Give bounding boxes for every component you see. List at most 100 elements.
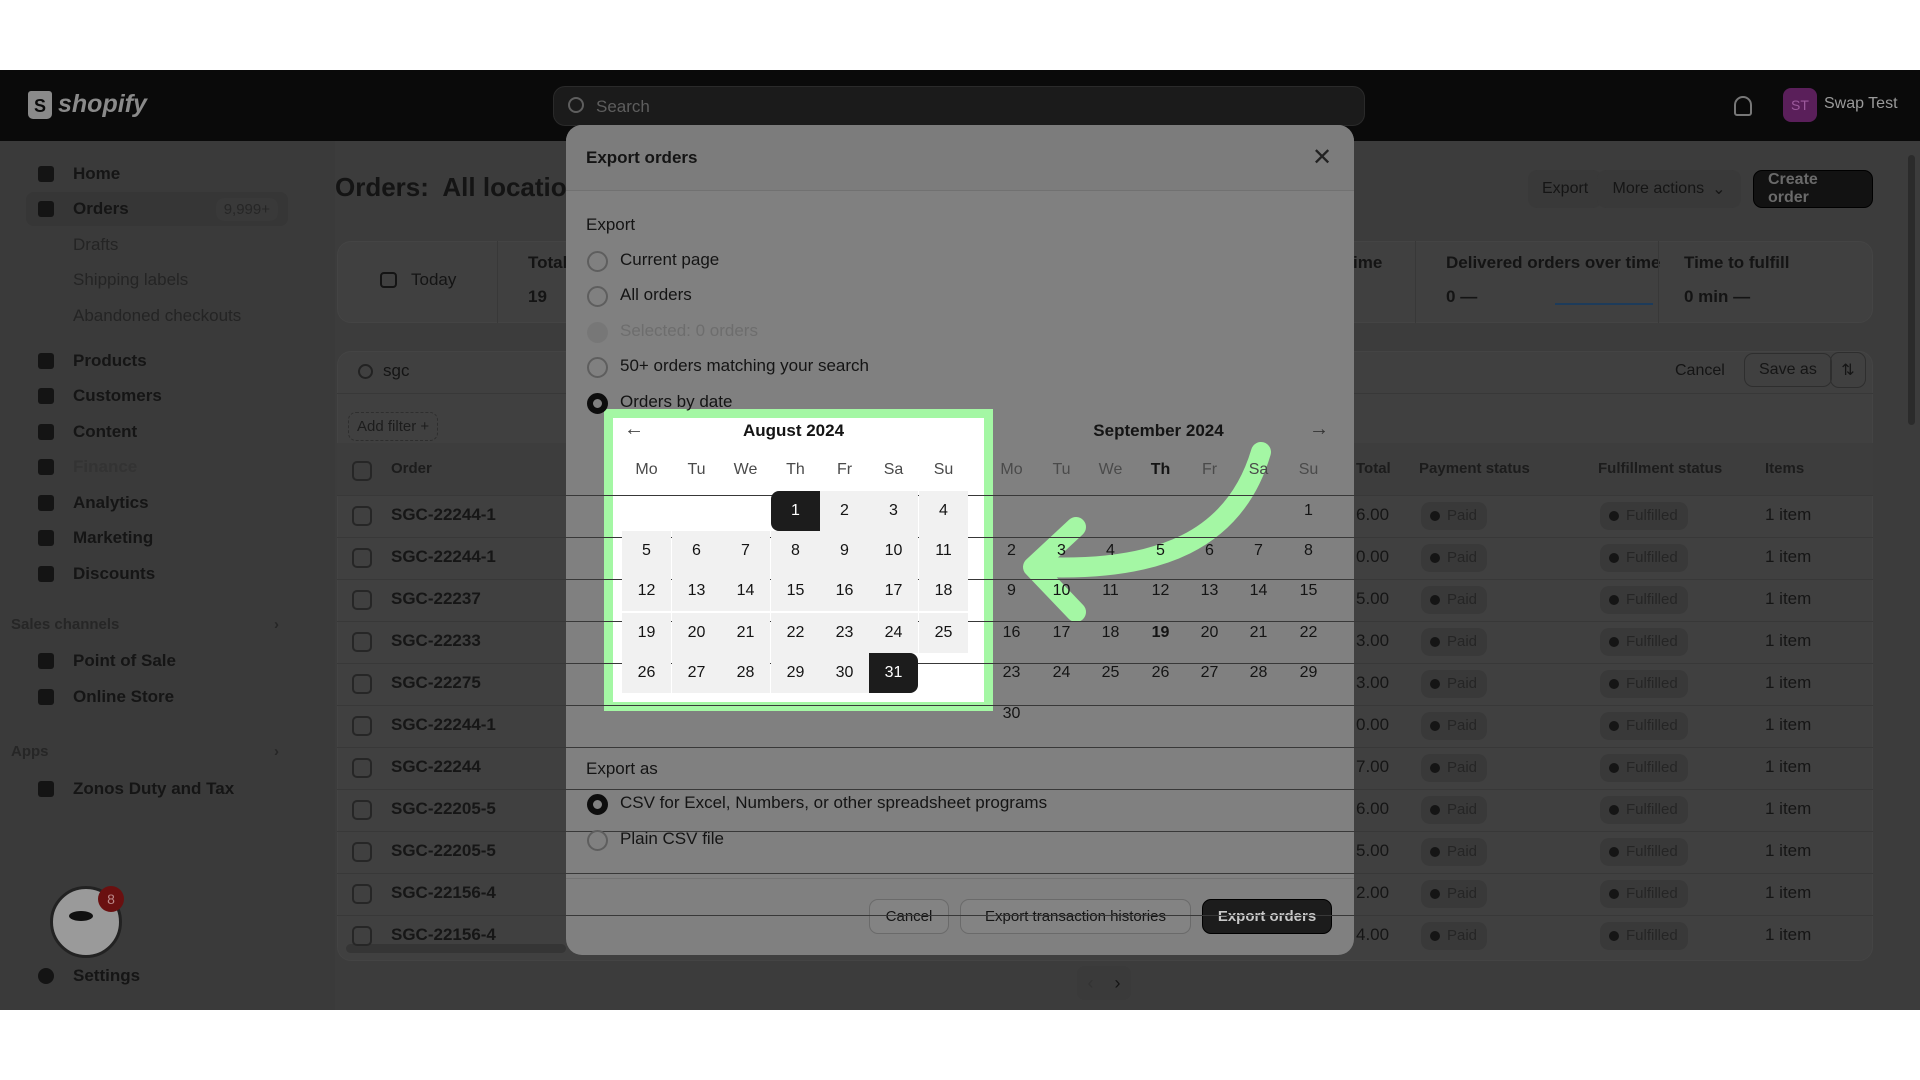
calendar-day[interactable]: 7 — [721, 531, 770, 571]
calendar-day[interactable]: 30 — [820, 653, 869, 693]
order-id[interactable]: SGC-22244-1 — [391, 715, 496, 735]
export-option-label[interactable]: 50+ orders matching your search — [620, 356, 869, 376]
format-label[interactable]: CSV for Excel, Numbers, or other spreads… — [620, 793, 1047, 813]
sidebar-item-marketing[interactable]: Marketing — [26, 521, 288, 555]
calendar-day[interactable]: 8 — [771, 531, 820, 571]
export-option-label[interactable]: Selected: 0 orders — [620, 321, 758, 341]
calendar-day[interactable]: 20 — [1185, 613, 1234, 653]
calendar-day[interactable]: 29 — [771, 653, 820, 693]
calendar-day[interactable]: 16 — [987, 613, 1036, 653]
calendar-day[interactable]: 9 — [820, 531, 869, 571]
export-option-radio[interactable] — [587, 357, 608, 378]
order-id[interactable]: SGC-22244 — [391, 757, 481, 777]
calendar-day[interactable]: 11 — [919, 531, 968, 571]
row-checkbox[interactable] — [352, 758, 372, 778]
sales-channels-header[interactable]: Sales channels › — [11, 616, 283, 633]
calendar-day[interactable]: 4 — [919, 491, 968, 531]
calendar-day[interactable]: 10 — [1037, 571, 1086, 611]
order-id[interactable]: SGC-22233 — [391, 631, 481, 651]
calendar-day[interactable]: 3 — [869, 491, 918, 531]
order-id[interactable]: SGC-22244-1 — [391, 547, 496, 567]
export-option-radio[interactable] — [587, 393, 608, 414]
sidebar-item-zonos-duty-and-tax[interactable]: Zonos Duty and Tax — [26, 772, 288, 806]
calendar-day[interactable]: 19 — [622, 613, 671, 653]
row-checkbox[interactable] — [352, 506, 372, 526]
calendar-day[interactable]: 26 — [1136, 653, 1185, 693]
row-checkbox[interactable] — [352, 632, 372, 652]
calendar-day[interactable]: 22 — [771, 613, 820, 653]
calendar-day[interactable]: 2 — [820, 491, 869, 531]
calendar-day[interactable]: 23 — [987, 653, 1036, 693]
calendar-day[interactable]: 5 — [622, 531, 671, 571]
calendar-day[interactable]: 28 — [1234, 653, 1283, 693]
calendar-day[interactable]: 16 — [820, 571, 869, 611]
calendar-day[interactable]: 11 — [1086, 571, 1135, 611]
sidebar-item-shipping-labels[interactable]: Shipping labels — [26, 263, 288, 297]
sidebar-item-finance[interactable]: Finance — [26, 450, 288, 484]
calendar-day[interactable]: 18 — [919, 571, 968, 611]
calendar-day[interactable]: 31 — [869, 653, 918, 693]
calendar-day[interactable]: 14 — [1234, 571, 1283, 611]
calendar-day[interactable]: 21 — [721, 613, 770, 653]
calendar-day[interactable]: 25 — [1086, 653, 1135, 693]
export-option-label[interactable]: Current page — [620, 250, 719, 270]
row-checkbox[interactable] — [352, 674, 372, 694]
calendar-day[interactable]: 1 — [771, 491, 820, 531]
calendar-day[interactable]: 17 — [869, 571, 918, 611]
sidebar-item-orders[interactable]: Orders 9,999+ — [26, 192, 288, 226]
calendar-day[interactable]: 6 — [672, 531, 721, 571]
calendar-day[interactable]: 3 — [1037, 531, 1086, 571]
calendar-day[interactable]: 7 — [1234, 531, 1283, 571]
calendar-day[interactable]: 22 — [1284, 613, 1333, 653]
sidebar-item-analytics[interactable]: Analytics — [26, 486, 288, 520]
order-id[interactable]: SGC-22244-1 — [391, 505, 496, 525]
calendar-day[interactable]: 29 — [1284, 653, 1333, 693]
apps-header[interactable]: Apps › — [11, 743, 283, 760]
format-radio[interactable] — [587, 794, 608, 815]
calendar-day[interactable]: 18 — [1086, 613, 1135, 653]
row-checkbox[interactable] — [352, 800, 372, 820]
calendar-day[interactable]: 1 — [1284, 491, 1333, 531]
sidebar-item-home[interactable]: Home — [26, 157, 288, 191]
calendar-day[interactable]: 13 — [1185, 571, 1234, 611]
calendar-day[interactable]: 26 — [622, 653, 671, 693]
sidebar-item-content[interactable]: Content — [26, 415, 288, 449]
format-radio[interactable] — [587, 830, 608, 851]
sidebar-item-drafts[interactable]: Drafts — [26, 228, 288, 262]
row-checkbox[interactable] — [352, 548, 372, 568]
calendar-day[interactable]: 15 — [771, 571, 820, 611]
calendar-day[interactable]: 12 — [622, 571, 671, 611]
order-id[interactable]: SGC-22205-5 — [391, 841, 496, 861]
calendar-day[interactable]: 4 — [1086, 531, 1135, 571]
sidebar-item-online-store[interactable]: Online Store — [26, 680, 288, 714]
calendar-day[interactable]: 28 — [721, 653, 770, 693]
calendar-day[interactable]: 23 — [820, 613, 869, 653]
row-checkbox[interactable] — [352, 590, 372, 610]
calendar-day[interactable]: 27 — [672, 653, 721, 693]
order-id[interactable]: SGC-22156-4 — [391, 925, 496, 945]
calendar-day[interactable]: 9 — [987, 571, 1036, 611]
export-option-radio[interactable] — [587, 251, 608, 272]
row-checkbox[interactable] — [352, 842, 372, 862]
sidebar-item-abandoned-checkouts[interactable]: Abandoned checkouts — [26, 299, 288, 333]
calendar-day[interactable]: 17 — [1037, 613, 1086, 653]
calendar-day[interactable]: 21 — [1234, 613, 1283, 653]
order-id[interactable]: SGC-22205-5 — [391, 799, 496, 819]
order-id[interactable]: SGC-22237 — [391, 589, 481, 609]
export-option-label[interactable]: All orders — [620, 285, 692, 305]
sidebar-item-products[interactable]: Products — [26, 344, 288, 378]
calendar-day[interactable]: 27 — [1185, 653, 1234, 693]
sidebar-item-customers[interactable]: Customers — [26, 379, 288, 413]
calendar-day[interactable]: 10 — [869, 531, 918, 571]
format-label[interactable]: Plain CSV file — [620, 829, 724, 849]
calendar-day[interactable]: 19 — [1136, 613, 1185, 653]
calendar-day[interactable]: 15 — [1284, 571, 1333, 611]
calendar-day[interactable]: 30 — [987, 694, 1036, 734]
select-all-checkbox[interactable] — [352, 461, 372, 481]
calendar-day[interactable]: 20 — [672, 613, 721, 653]
calendar-day[interactable]: 24 — [869, 613, 918, 653]
row-checkbox[interactable] — [352, 716, 372, 736]
order-id[interactable]: SGC-22156-4 — [391, 883, 496, 903]
calendar-day[interactable]: 13 — [672, 571, 721, 611]
calendar-day[interactable]: 14 — [721, 571, 770, 611]
